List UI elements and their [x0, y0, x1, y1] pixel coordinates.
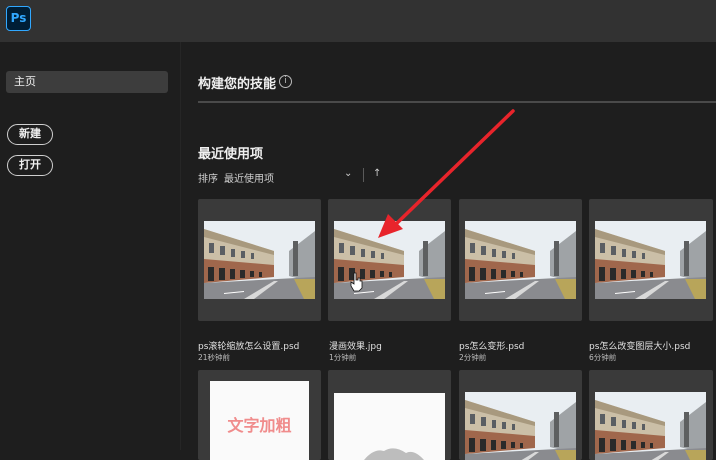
sort-label: 排序 [198, 174, 218, 185]
section-divider [198, 101, 716, 103]
file-thumbnail [334, 221, 445, 299]
file-name[interactable]: ps怎么变形.psd [459, 339, 524, 352]
sidebar-divider [180, 42, 181, 450]
file-time: 21秒钟前 [198, 353, 231, 362]
file-thumbnail [204, 221, 315, 299]
skills-heading: 构建您的技能 [198, 77, 277, 92]
sort-separator [363, 168, 364, 182]
recent-file-card[interactable]: 文字加粗 [198, 370, 321, 460]
recent-heading: 最近使用项 [198, 147, 264, 162]
file-thumbnail [465, 221, 576, 299]
file-name[interactable]: ps怎么改变图层大小.psd [589, 339, 690, 352]
title-bar: Ps [0, 0, 716, 42]
chevron-down-icon[interactable]: ⌄ [344, 168, 352, 179]
open-button[interactable]: 打开 [7, 155, 53, 176]
file-time: 2分钟前 [459, 353, 487, 362]
sort-direction-icon[interactable]: ↑ [373, 168, 381, 179]
file-thumbnail [595, 221, 706, 299]
file-time: 1分钟前 [329, 353, 357, 362]
sidebar-item-home[interactable]: 主页 [6, 71, 168, 93]
thumbnail-text: 文字加粗 [227, 416, 292, 435]
recent-file-card[interactable] [198, 199, 321, 321]
sidebar [0, 42, 180, 450]
file-name[interactable]: ps滚轮缩放怎么设置.psd [198, 339, 299, 352]
photoshop-logo: Ps [6, 6, 31, 31]
recent-file-card[interactable] [459, 370, 582, 460]
sort-dropdown[interactable]: 最近使用项 [224, 170, 274, 185]
recent-file-card[interactable] [589, 199, 713, 321]
recent-file-card[interactable] [459, 199, 582, 321]
recent-file-card[interactable] [328, 199, 451, 321]
file-thumbnail: 文字加粗 [210, 381, 309, 460]
recent-file-card[interactable] [328, 370, 451, 460]
recent-file-card[interactable] [589, 370, 713, 460]
file-time: 6分钟前 [589, 353, 617, 362]
new-button[interactable]: 新建 [7, 124, 53, 145]
info-icon[interactable]: i [279, 75, 292, 88]
file-name[interactable]: 漫画效果.jpg [329, 339, 382, 352]
